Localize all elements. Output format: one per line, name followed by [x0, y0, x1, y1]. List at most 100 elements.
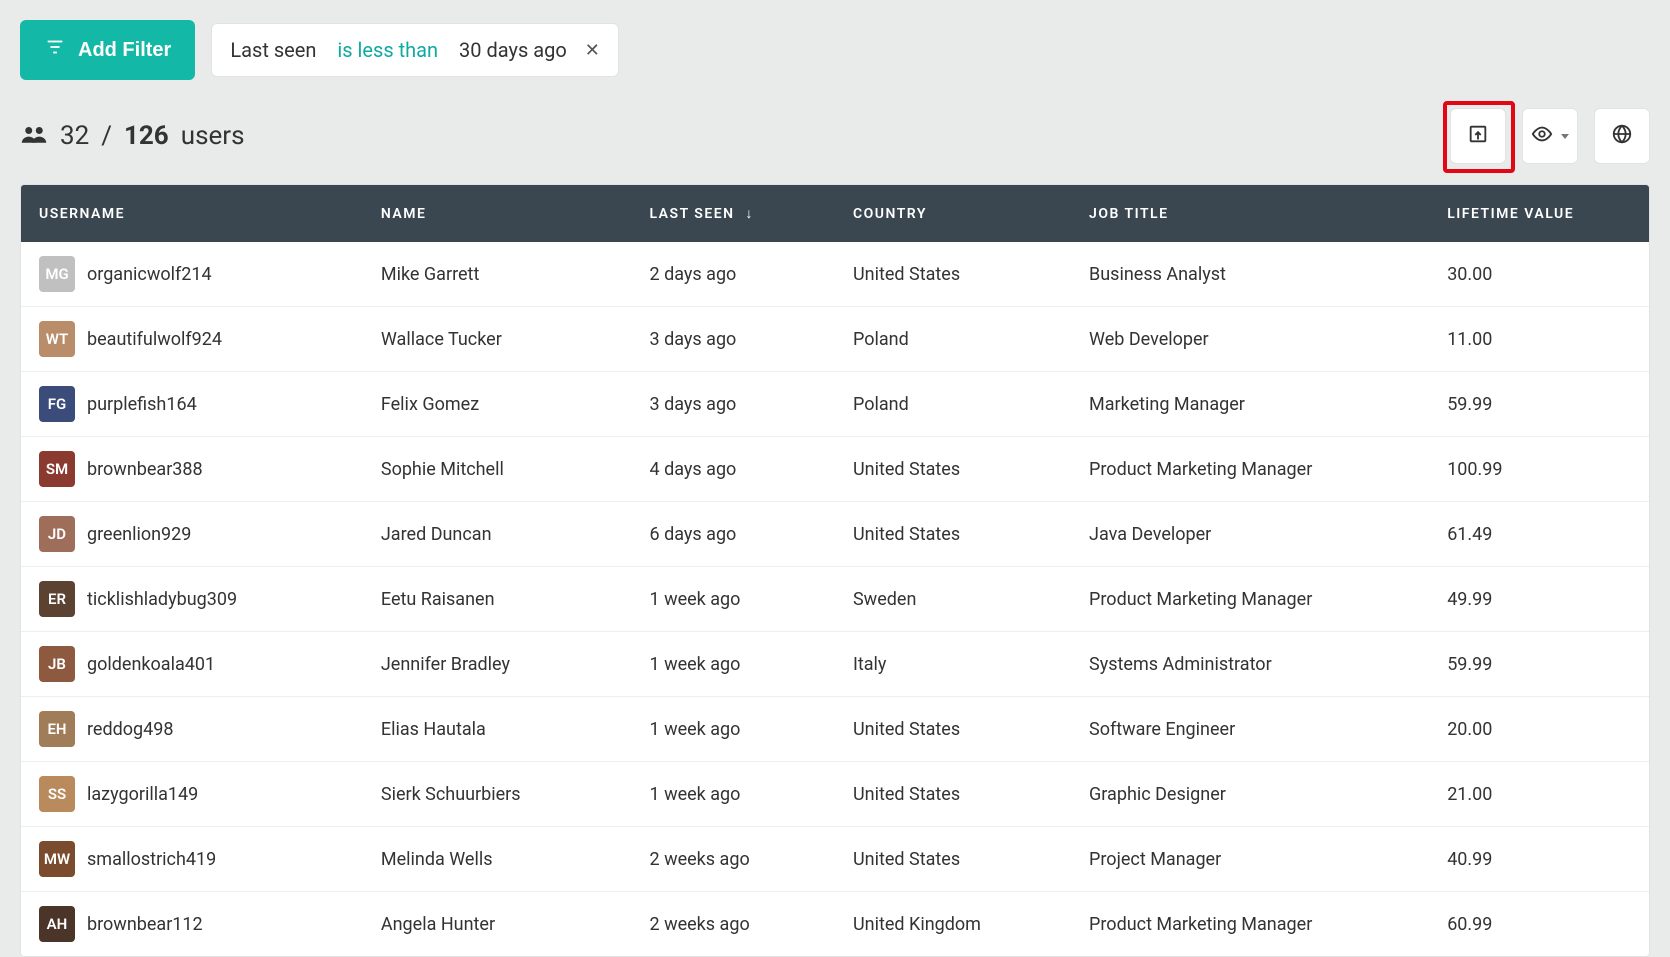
table-row[interactable]: EHreddog498Elias Hautala1 week agoUnited… [21, 697, 1649, 762]
table-row[interactable]: AHbrownbear112Angela Hunter2 weeks agoUn… [21, 892, 1649, 957]
cell-lifetime-value: 60.99 [1429, 892, 1649, 957]
cell-name: Wallace Tucker [363, 307, 632, 372]
cell-username: brownbear112 [87, 914, 203, 935]
export-button[interactable] [1450, 108, 1506, 164]
table-row[interactable]: MW smallostrich419 Melinda Wells2 weeks ag… [21, 827, 1649, 892]
table-row[interactable]: FGpurplefish164Felix Gomez3 days agoPola… [21, 372, 1649, 437]
count-separator: / [101, 121, 112, 151]
cell-country: Poland [835, 372, 1071, 437]
cell-country: United States [835, 502, 1071, 567]
cell-job-title: Product Marketing Manager [1071, 567, 1429, 632]
cell-lifetime-value: 30.00 [1429, 242, 1649, 307]
column-header-username[interactable]: USERNAME [21, 185, 363, 242]
column-header-name[interactable]: NAME [363, 185, 632, 242]
cell-job-title: Systems Administrator [1071, 632, 1429, 697]
eye-icon [1531, 123, 1553, 150]
avatar: SM [39, 451, 75, 487]
cell-username: lazygorilla149 [87, 784, 198, 805]
table-row[interactable]: JBgoldenkoala401Jennifer Bradley1 week a… [21, 632, 1649, 697]
table-row[interactable]: SS lazygorilla149 Sierk Schuurbiers1 week … [21, 762, 1649, 827]
avatar: FG [39, 386, 75, 422]
cell-job-title: Marketing Manager [1071, 372, 1429, 437]
avatar: JB [39, 646, 75, 682]
cell-country: United States [835, 827, 1071, 892]
remove-filter-icon[interactable]: ✕ [585, 40, 600, 61]
cell-username: greenlion929 [87, 524, 191, 545]
cell-name: Angela Hunter [363, 892, 632, 957]
sort-desc-icon: ↓ [746, 206, 755, 222]
table-body: MGorganicwolf214Mike Garrett2 days agoUn… [21, 242, 1649, 956]
cell-lifetime-value: 11.00 [1429, 307, 1649, 372]
avatar: MG [39, 256, 75, 292]
cell-country: United States [835, 697, 1071, 762]
cell-country: United States [835, 762, 1071, 827]
cell-country: United States [835, 242, 1071, 307]
cell-lifetime-value: 61.49 [1429, 502, 1649, 567]
cell-last-seen: 2 weeks ago [631, 827, 835, 892]
cell-name: Jared Duncan [363, 502, 632, 567]
cell-last-seen: 6 days ago [631, 502, 835, 567]
cell-name: Felix Gomez [363, 372, 632, 437]
table-row[interactable]: SMbrownbear388Sophie Mitchell4 days agoU… [21, 437, 1649, 502]
active-filter-chip[interactable]: Last seen is less than 30 days ago ✕ [211, 23, 619, 77]
globe-button[interactable] [1594, 108, 1650, 164]
cell-job-title: Product Marketing Manager [1071, 892, 1429, 957]
cell-name: Sierk Schuurbiers [363, 762, 632, 827]
avatar: EH [39, 711, 75, 747]
cell-lifetime-value: 59.99 [1429, 372, 1649, 437]
table-row[interactable]: JD greenlion929 Jared Duncan6 days agoUnit… [21, 502, 1649, 567]
avatar: MW [39, 841, 75, 877]
cell-last-seen: 2 days ago [631, 242, 835, 307]
total-count: 126 [124, 121, 169, 151]
table-row[interactable]: ERticklishladybug309Eetu Raisanen1 week … [21, 567, 1649, 632]
avatar: JD [39, 516, 75, 552]
cell-lifetime-value: 21.00 [1429, 762, 1649, 827]
cell-username: ticklishladybug309 [87, 589, 237, 610]
cell-job-title: Business Analyst [1071, 242, 1429, 307]
table-row[interactable]: MGorganicwolf214Mike Garrett2 days agoUn… [21, 242, 1649, 307]
filter-icon [44, 36, 66, 64]
filter-field: Last seen [230, 38, 316, 62]
cell-last-seen: 3 days ago [631, 372, 835, 437]
cell-job-title: Software Engineer [1071, 697, 1429, 762]
column-header-lifetime-value[interactable]: LIFETIME VALUE [1429, 185, 1649, 242]
table-header-row: USERNAME NAME LAST SEEN ↓ COUNTRY JOB TI… [21, 185, 1649, 242]
cell-name: Jennifer Bradley [363, 632, 632, 697]
avatar: SS [39, 776, 75, 812]
cell-last-seen: 1 week ago [631, 697, 835, 762]
people-icon [20, 121, 48, 151]
cell-last-seen: 1 week ago [631, 762, 835, 827]
filter-toolbar: Add Filter Last seen is less than 30 day… [20, 20, 1650, 80]
chevron-down-icon [1561, 134, 1569, 139]
cell-name: Eetu Raisanen [363, 567, 632, 632]
cell-username: smallostrich419 [87, 849, 216, 870]
column-header-country[interactable]: COUNTRY [835, 185, 1071, 242]
cell-job-title: Graphic Designer [1071, 762, 1429, 827]
users-table-container: USERNAME NAME LAST SEEN ↓ COUNTRY JOB TI… [20, 184, 1650, 957]
cell-lifetime-value: 49.99 [1429, 567, 1649, 632]
cell-lifetime-value: 20.00 [1429, 697, 1649, 762]
cell-lifetime-value: 40.99 [1429, 827, 1649, 892]
cell-last-seen: 3 days ago [631, 307, 835, 372]
cell-name: Melinda Wells [363, 827, 632, 892]
cell-job-title: Product Marketing Manager [1071, 437, 1429, 502]
column-header-last-seen[interactable]: LAST SEEN ↓ [631, 185, 835, 242]
cell-last-seen: 4 days ago [631, 437, 835, 502]
table-row[interactable]: WTbeautifulwolf924Wallace Tucker3 days a… [21, 307, 1649, 372]
avatar: ER [39, 581, 75, 617]
column-header-job-title[interactable]: JOB TITLE [1071, 185, 1429, 242]
filter-value: 30 days ago [459, 38, 567, 62]
summary-row: 32 / 126 users [20, 108, 1650, 164]
avatar: AH [39, 906, 75, 942]
add-filter-label: Add Filter [78, 39, 171, 62]
cell-job-title: Java Developer [1071, 502, 1429, 567]
filter-operator: is less than [337, 38, 438, 62]
add-filter-button[interactable]: Add Filter [20, 20, 195, 80]
cell-name: Sophie Mitchell [363, 437, 632, 502]
cell-country: Italy [835, 632, 1071, 697]
cell-last-seen: 1 week ago [631, 632, 835, 697]
cell-country: United Kingdom [835, 892, 1071, 957]
cell-country: United States [835, 437, 1071, 502]
cell-username: organicwolf214 [87, 264, 212, 285]
view-options-button[interactable] [1522, 108, 1578, 164]
